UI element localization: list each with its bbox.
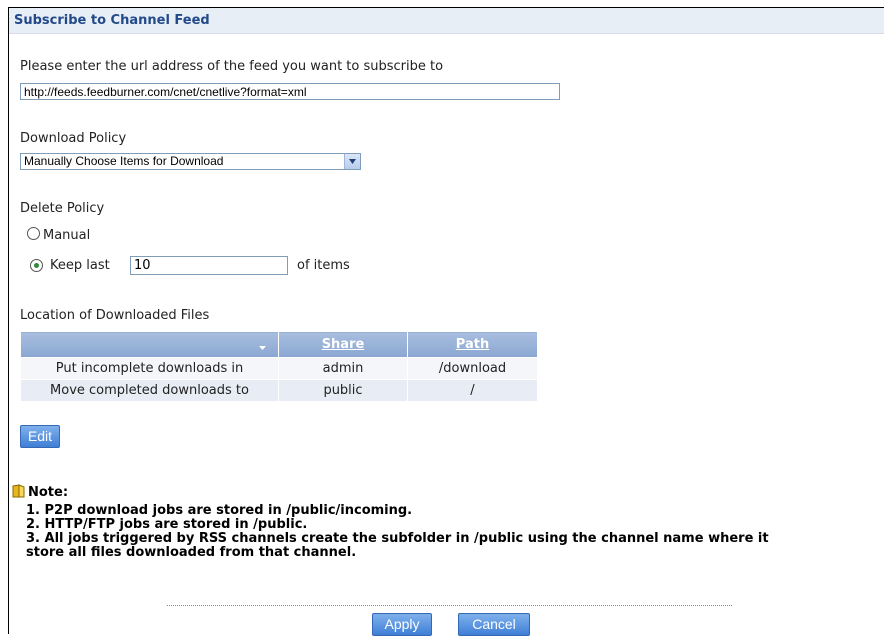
url-prompt: Please enter the url address of the feed… — [20, 59, 444, 74]
keep-last-count-input[interactable] — [130, 256, 288, 275]
location-table: Share Path Put incomplete downloads in a… — [20, 331, 538, 402]
manual-radio-label: Manual — [43, 228, 91, 243]
note-line: 1. P2P download jobs are stored in /publ… — [26, 503, 413, 518]
delete-policy-label: Delete Policy — [20, 201, 105, 216]
path-sort-link[interactable]: Path — [456, 337, 489, 352]
row-name: Put incomplete downloads in — [20, 357, 279, 380]
download-policy-label: Download Policy — [20, 131, 127, 146]
row-share: public — [278, 379, 408, 402]
page-title: Subscribe to Channel Feed — [14, 13, 210, 28]
row-path: /download — [407, 357, 538, 380]
keep-last-suffix: of items — [297, 258, 350, 273]
note-title: Note: — [28, 485, 69, 500]
keep-last-label: Keep last — [50, 258, 110, 273]
note-line: 2. HTTP/FTP jobs are stored in /public. — [26, 517, 308, 532]
panel-header: Subscribe to Channel Feed — [9, 8, 884, 34]
chevron-down-icon[interactable] — [344, 154, 360, 169]
row-share: admin — [278, 357, 408, 380]
name-column-header[interactable] — [20, 331, 279, 358]
footer-divider — [167, 605, 732, 606]
table-row[interactable]: Put incomplete downloads in admin /downl… — [20, 357, 538, 380]
apply-button[interactable]: Apply — [372, 613, 432, 636]
share-sort-link[interactable]: Share — [322, 337, 365, 352]
keep-last-radio[interactable] — [30, 259, 43, 272]
row-name: Move completed downloads to — [20, 379, 279, 402]
subscribe-panel: Subscribe to Channel Feed Please enter t… — [8, 7, 884, 636]
radio-selected-dot — [34, 263, 39, 268]
note-book-icon — [12, 484, 26, 502]
location-label: Location of Downloaded Files — [20, 308, 210, 323]
note-line: 3. All jobs triggered by RSS channels cr… — [26, 531, 769, 546]
download-policy-select[interactable]: Manually Choose Items for Download — [20, 153, 361, 170]
table-row[interactable]: Move completed downloads to public / — [20, 379, 538, 402]
manual-radio[interactable] — [27, 227, 40, 240]
row-path: / — [407, 379, 538, 402]
note-list: 1. P2P download jobs are stored in /publ… — [26, 504, 884, 560]
cancel-button[interactable]: Cancel — [458, 613, 530, 636]
share-column-header[interactable]: Share — [278, 331, 408, 358]
sort-arrow-icon[interactable] — [259, 339, 266, 354]
path-column-header[interactable]: Path — [407, 331, 538, 358]
note-line: store all files downloaded from that cha… — [26, 545, 357, 560]
edit-button[interactable]: Edit — [20, 425, 60, 448]
feed-url-input[interactable] — [20, 83, 560, 100]
download-policy-value: Manually Choose Items for Download — [24, 154, 224, 168]
